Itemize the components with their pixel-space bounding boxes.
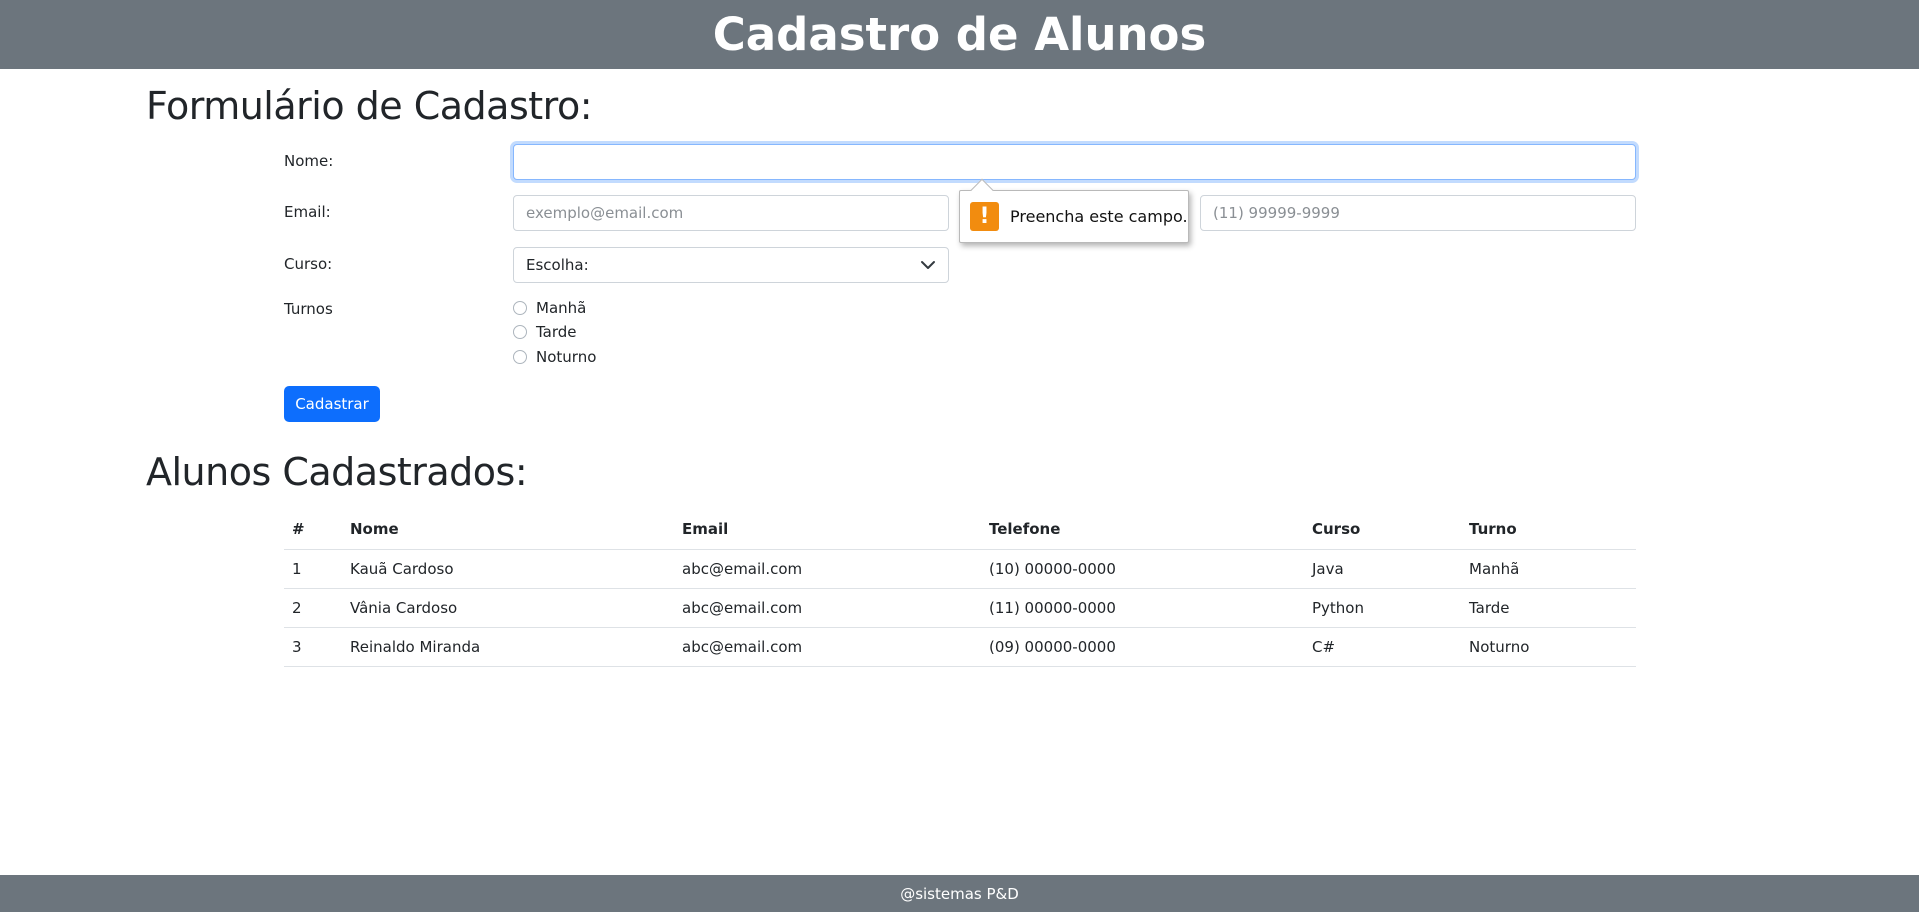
radio-label: Noturno bbox=[536, 348, 597, 366]
cell-turno: Manhã bbox=[1461, 549, 1636, 589]
cell-email: abc@email.com bbox=[674, 588, 981, 628]
cell-curso: Python bbox=[1304, 588, 1461, 628]
cell-index: 2 bbox=[284, 588, 342, 628]
footer-text: @sistemas P&D bbox=[900, 884, 1019, 903]
cell-telefone: (11) 00000-0000 bbox=[981, 588, 1304, 628]
cell-index: 3 bbox=[284, 627, 342, 667]
chevron-down-icon bbox=[921, 261, 935, 269]
curso-selected-value: Escolha: bbox=[526, 256, 589, 274]
radio-manha[interactable]: Manhã bbox=[513, 299, 586, 317]
cell-email: abc@email.com bbox=[674, 627, 981, 667]
cell-turno: Tarde bbox=[1461, 588, 1636, 628]
page-title: Cadastro de Alunos bbox=[712, 8, 1207, 61]
cell-nome: Reinaldo Miranda bbox=[342, 627, 674, 667]
telefone-input[interactable] bbox=[1200, 195, 1636, 231]
nome-input[interactable] bbox=[513, 144, 1636, 180]
students-table: # Nome Email Telefone Curso Turno 1 Kauã… bbox=[284, 510, 1636, 667]
radio-label: Tarde bbox=[536, 323, 577, 341]
radio-tarde[interactable]: Tarde bbox=[513, 323, 577, 341]
table-header-row: # Nome Email Telefone Curso Turno bbox=[284, 510, 1636, 550]
validation-tooltip: ! Preencha este campo. bbox=[959, 178, 1189, 243]
warning-icon: ! bbox=[970, 202, 999, 231]
radio-circle[interactable] bbox=[513, 301, 527, 315]
email-label: Email: bbox=[284, 203, 331, 221]
list-title: Alunos Cadastrados: bbox=[146, 450, 528, 494]
cadastrar-button[interactable]: Cadastrar bbox=[284, 386, 380, 422]
cell-nome: Vânia Cardoso bbox=[342, 588, 674, 628]
curso-label: Curso: bbox=[284, 255, 333, 273]
column-header: Telefone bbox=[981, 510, 1304, 550]
email-input[interactable] bbox=[513, 195, 949, 231]
nome-label: Nome: bbox=[284, 152, 334, 170]
cell-telefone: (09) 00000-0000 bbox=[981, 627, 1304, 667]
cell-turno: Noturno bbox=[1461, 627, 1636, 667]
validation-message: Preencha este campo. bbox=[1010, 207, 1188, 226]
cell-nome: Kauã Cardoso bbox=[342, 549, 674, 589]
column-header: Turno bbox=[1461, 510, 1636, 550]
radio-circle[interactable] bbox=[513, 350, 527, 364]
page-header: Cadastro de Alunos bbox=[0, 0, 1919, 69]
table-row: 1 Kauã Cardoso abc@email.com (10) 00000-… bbox=[284, 549, 1636, 589]
radio-label: Manhã bbox=[536, 299, 587, 317]
turnos-label: Turnos bbox=[284, 300, 333, 318]
cell-curso: C# bbox=[1304, 627, 1461, 667]
page-footer: @sistemas P&D bbox=[0, 875, 1919, 912]
cell-curso: Java bbox=[1304, 549, 1461, 589]
curso-select[interactable]: Escolha: bbox=[513, 247, 949, 283]
tooltip-arrow bbox=[970, 178, 994, 202]
column-header: Curso bbox=[1304, 510, 1461, 550]
cell-index: 1 bbox=[284, 549, 342, 589]
table-row: 3 Reinaldo Miranda abc@email.com (09) 00… bbox=[284, 627, 1636, 667]
column-header: Nome bbox=[342, 510, 674, 550]
form-title: Formulário de Cadastro: bbox=[146, 84, 593, 128]
radio-circle[interactable] bbox=[513, 325, 527, 339]
radio-noturno[interactable]: Noturno bbox=[513, 348, 596, 366]
column-header: # bbox=[284, 510, 342, 550]
cell-email: abc@email.com bbox=[674, 549, 981, 589]
cell-telefone: (10) 00000-0000 bbox=[981, 549, 1304, 589]
column-header: Email bbox=[674, 510, 981, 550]
table-row: 2 Vânia Cardoso abc@email.com (11) 00000… bbox=[284, 588, 1636, 628]
